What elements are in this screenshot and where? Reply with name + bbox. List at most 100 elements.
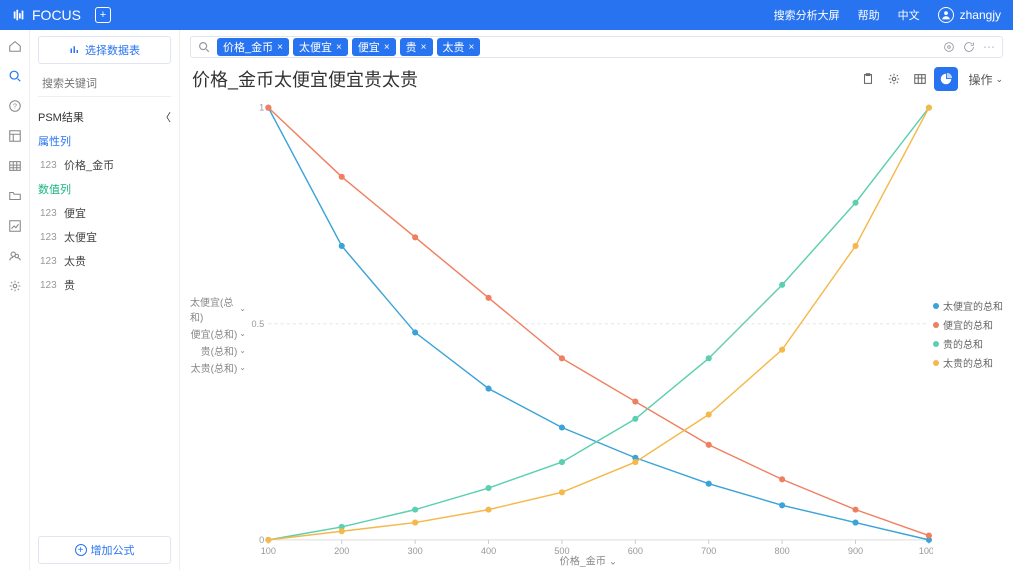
query-target-icon[interactable] (942, 40, 956, 54)
field-name: 价格_金币 (64, 157, 114, 173)
bars-icon (69, 44, 81, 56)
query-refresh-icon[interactable] (962, 40, 976, 54)
chip-remove-icon[interactable]: × (421, 42, 427, 53)
logo-text: FOCUS (32, 7, 81, 23)
line-chart-svg: 00.511002003004005006007008009001000价格_金… (250, 98, 933, 570)
chip-remove-icon[interactable]: × (384, 42, 390, 53)
svg-text:1000: 1000 (919, 546, 933, 556)
legend-dot-icon (933, 303, 939, 309)
clipboard-icon[interactable] (856, 67, 880, 91)
query-chip[interactable]: 太贵 × (437, 38, 481, 56)
group-psm[interactable]: PSM结果 〈 (38, 105, 171, 129)
legend-item[interactable]: 便宜的总和 (933, 317, 1003, 332)
field-search-input[interactable] (38, 76, 180, 92)
field-item[interactable]: 123太便宜 (38, 225, 171, 249)
chevron-down-icon: ⌄ (239, 329, 246, 338)
chevron-down-icon: ⌄ (239, 363, 246, 372)
field-type-badge: 123 (40, 280, 58, 291)
attr-header: 属性列 (38, 129, 171, 153)
nav-analysis[interactable]: 搜索分析大屏 (774, 7, 840, 23)
legend-item[interactable]: 太便宜的总和 (933, 298, 1003, 313)
svg-text:?: ? (13, 104, 17, 111)
rail-chart-icon[interactable] (5, 216, 25, 236)
view-chart-icon[interactable] (934, 67, 958, 91)
rail-folder-icon[interactable] (5, 186, 25, 206)
view-table-icon[interactable] (908, 67, 932, 91)
svg-text:500: 500 (554, 546, 569, 556)
chip-remove-icon[interactable]: × (469, 42, 475, 53)
y-measure-control[interactable]: 便宜(总和)⌄ (191, 326, 246, 341)
query-chip[interactable]: 价格_金币× (217, 38, 289, 56)
svg-text:800: 800 (774, 546, 789, 556)
field-item[interactable]: 123 太贵 (38, 249, 171, 273)
nav-help[interactable]: 帮助 (858, 7, 880, 23)
select-datasource-label: 选择数据表 (85, 42, 140, 58)
query-menu-icon[interactable]: ⋯ (982, 40, 996, 54)
svg-text:100: 100 (261, 546, 276, 556)
svg-text:900: 900 (848, 546, 863, 556)
field-type-badge: 123 (40, 256, 58, 267)
chip-remove-icon[interactable]: × (336, 42, 342, 53)
field-item[interactable]: 123 便宜 (38, 201, 171, 225)
user-avatar-icon (938, 7, 954, 23)
chip-label: 太贵 (443, 39, 465, 55)
y-measure-control[interactable]: 太贵(总和)⌄ (191, 360, 246, 375)
field-search[interactable] (38, 72, 171, 97)
chart-title: 价格_金币太便宜便宜贵太贵 (192, 66, 418, 92)
chevron-up-icon: 〈 (160, 109, 171, 125)
query-bar[interactable]: 价格_金币×太便宜×便宜×贵×太贵× ⋯ (190, 36, 1003, 58)
add-tab-button[interactable]: + (95, 7, 111, 23)
val-header: 数值列 (38, 177, 171, 201)
y-measure-control[interactable]: 贵(总和)⌄ (201, 343, 246, 358)
field-name: 太贵 (64, 253, 86, 269)
rail-table-icon[interactable] (5, 156, 25, 176)
field-name: 贵 (64, 277, 75, 293)
plus-icon: + (75, 544, 87, 556)
query-chip[interactable]: 便宜× (352, 38, 396, 56)
nav-lang[interactable]: 中文 (898, 7, 920, 23)
settings-icon[interactable] (882, 67, 906, 91)
query-chip[interactable]: 贵× (400, 38, 433, 56)
rail-dashboard-icon[interactable] (5, 126, 25, 146)
title-bar: 价格_金币太便宜便宜贵太贵 操作 ⌄ (190, 58, 1003, 98)
select-datasource-button[interactable]: 选择数据表 (38, 36, 171, 64)
chip-label: 太便宜 (299, 39, 332, 55)
svg-text:400: 400 (481, 546, 496, 556)
field-type-badge: 123 (40, 208, 58, 219)
legend-item[interactable]: 贵的总和 (933, 336, 1003, 351)
legend-item[interactable]: 太贵的总和 (933, 355, 1003, 370)
y-axis-measure-controls: 太便宜(总和)⌄ 便宜(总和)⌄ 贵(总和)⌄ 太贵(总和)⌄ (190, 98, 250, 570)
field-item[interactable]: 123 贵 (38, 273, 171, 297)
rail-help-icon[interactable]: ? (5, 96, 25, 116)
group-psm-label: PSM结果 (38, 109, 84, 125)
rail-settings-icon[interactable] (5, 276, 25, 296)
rail-users-icon[interactable] (5, 246, 25, 266)
svg-text:300: 300 (408, 546, 423, 556)
legend-label: 贵的总和 (943, 336, 983, 351)
chip-remove-icon[interactable]: × (277, 42, 283, 53)
chart-action-menu[interactable]: 操作 ⌄ (968, 71, 1003, 88)
side-panel: 选择数据表 PSM结果 〈 属性列 123价格_金币 数值列 123便宜123太… (30, 30, 180, 570)
chevron-down-icon: ⌄ (995, 74, 1003, 85)
svg-text:200: 200 (334, 546, 349, 556)
legend-label: 便宜的总和 (943, 317, 993, 332)
legend-dot-icon (933, 341, 939, 347)
add-formula-button[interactable]: + 增加公式 (38, 536, 171, 564)
rail-search[interactable] (5, 66, 25, 86)
svg-text:600: 600 (628, 546, 643, 556)
field-name: 便宜 (64, 205, 86, 221)
user-menu[interactable]: zhangjy (938, 7, 1001, 23)
workspace: 价格_金币×太便宜×便宜×贵×太贵× ⋯ 价格_金币太便宜便宜贵太贵 操作 ⌄ … (180, 30, 1013, 570)
rail-home[interactable] (5, 36, 25, 56)
query-chip[interactable]: 太便宜 × (293, 38, 348, 56)
chevron-down-icon: ⌄ (239, 304, 246, 313)
chart-legend: 太便宜的总和便宜的总和贵的总和太贵的总和 (933, 98, 1003, 570)
add-formula-label: 增加公式 (91, 542, 135, 558)
svg-text:1: 1 (259, 103, 264, 113)
left-rail: ? (0, 30, 30, 570)
field-item[interactable]: 123价格_金币 (38, 153, 171, 177)
field-type-badge: 123 (40, 232, 58, 243)
y-measure-control[interactable]: 太便宜(总和)⌄ (190, 294, 246, 324)
plot-zone[interactable]: 00.511002003004005006007008009001000价格_金… (250, 98, 933, 570)
user-name: zhangjy (960, 8, 1001, 22)
